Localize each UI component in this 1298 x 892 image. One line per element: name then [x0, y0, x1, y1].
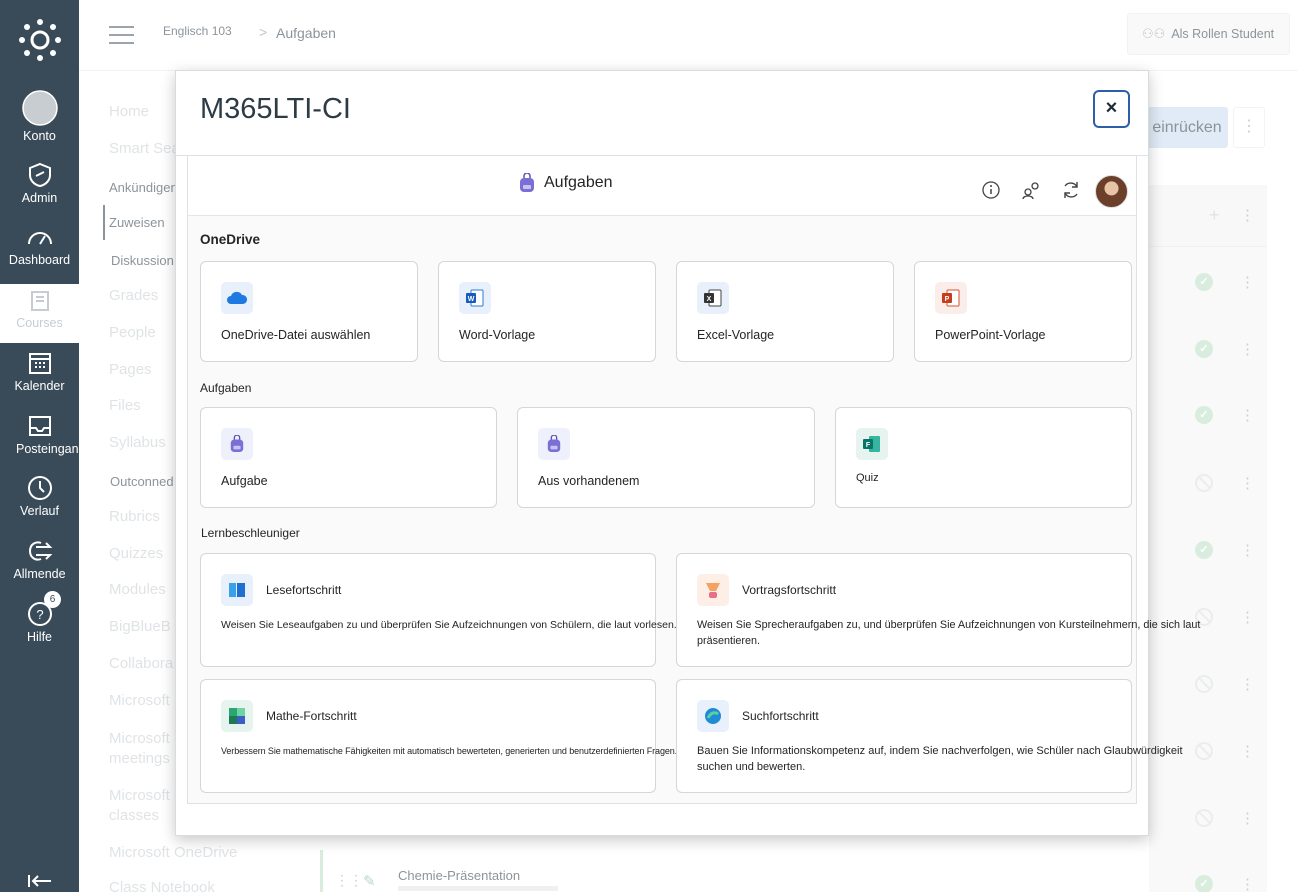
excel-template-card[interactable]: X Excel-Vorlage — [676, 261, 894, 362]
reading-progress-icon — [221, 574, 253, 606]
search-progress-title: Suchfortschritt — [742, 709, 819, 723]
search-progress-desc: Bauen Sie Informationskompetenz auf, ind… — [697, 745, 1183, 773]
nav-verlauf-label: Verlauf — [20, 504, 59, 518]
reading-progress-card[interactable]: Lesefortschritt Weisen Sie Leseaufgaben … — [200, 553, 677, 667]
close-button[interactable]: × — [1093, 90, 1130, 128]
powerpoint-template-card[interactable]: P PowerPoint-Vorlage — [914, 261, 1132, 362]
speaker-progress-title: Vortragsfortschritt — [742, 583, 837, 597]
svg-text:F: F — [866, 442, 871, 449]
collapse-nav[interactable] — [0, 874, 79, 888]
backpack-icon — [221, 428, 253, 460]
shield-icon — [28, 162, 51, 188]
app-title-text: Aufgaben — [544, 174, 613, 191]
nav-konto-label: Konto — [23, 129, 56, 143]
math-progress-title: Mathe-Fortschritt — [266, 709, 357, 723]
math-progress-card[interactable]: Mathe-Fortschritt Verbessern Sie mathema… — [200, 679, 677, 793]
speaker-progress-icon — [697, 574, 729, 606]
new-assignment-card[interactable]: Aufgabe — [200, 407, 497, 508]
search-progress-icon — [697, 700, 729, 732]
speaker-progress-desc: Weisen Sie Sprecheraufgaben zu, und über… — [697, 619, 1201, 647]
section-lernbeschleuniger: Lernbeschleuniger — [201, 526, 300, 540]
user-avatar[interactable] — [1095, 175, 1128, 208]
inbox-icon — [28, 416, 51, 436]
collapse-arrow-icon — [27, 875, 51, 887]
calendar-icon — [28, 353, 51, 374]
nav-courses-label: Courses — [16, 316, 63, 330]
close-icon: × — [1105, 97, 1118, 119]
canvas-logo-icon — [18, 19, 61, 61]
onedrive-file-card[interactable]: OneDrive-Datei auswählen — [200, 261, 418, 362]
word-template-label: Word-Vorlage — [459, 328, 536, 342]
nav-dashboard-label: Dashboard — [8, 253, 71, 267]
nav-courses[interactable]: Courses — [0, 284, 79, 343]
refresh-icon[interactable] — [1061, 180, 1081, 200]
clock-icon — [27, 476, 52, 500]
nav-hilfe[interactable]: ? 6 Hilfe — [0, 591, 79, 644]
nav-dashboard[interactable]: Dashboard — [0, 226, 79, 267]
commons-icon — [28, 541, 52, 561]
quiz-card[interactable]: F Quiz — [835, 407, 1132, 508]
forms-icon: F — [856, 428, 888, 460]
section-onedrive: OneDrive — [200, 232, 261, 247]
onedrive-file-label: OneDrive-Datei auswählen — [221, 328, 371, 342]
math-progress-icon — [221, 700, 253, 732]
global-nav: Konto Admin Dashboard Courses Kalender P… — [0, 0, 86, 892]
reading-progress-desc: Weisen Sie Leseaufgaben zu und überprüfe… — [221, 619, 677, 631]
nav-kalender-label: Kalender — [14, 379, 65, 393]
backpack-icon — [538, 428, 570, 460]
backpack-icon — [520, 173, 534, 192]
section-aufgaben: Aufgaben — [200, 381, 252, 395]
onedrive-icon — [221, 282, 253, 314]
speaker-progress-card[interactable]: Vortragsfortschritt Weisen Sie Sprechera… — [676, 553, 1200, 667]
svg-text:W: W — [468, 296, 475, 303]
quiz-label: Quiz — [856, 472, 879, 484]
info-icon[interactable] — [981, 180, 1001, 200]
new-assignment-label: Aufgabe — [221, 474, 268, 488]
nav-posteingang-label: Posteingang — [16, 442, 86, 456]
reading-progress-title: Lesefortschritt — [266, 583, 342, 597]
nav-hilfe-label: Hilfe — [26, 630, 52, 644]
nav-allmende-label: Allmende — [13, 567, 66, 581]
people-settings-icon[interactable] — [1021, 180, 1041, 200]
nav-admin[interactable]: Admin — [0, 162, 79, 205]
word-icon: W — [459, 282, 491, 314]
hilfe-badge: 6 — [44, 591, 61, 608]
svg-text:P: P — [945, 296, 950, 303]
excel-template-label: Excel-Vorlage — [697, 328, 775, 342]
lti-frame: Aufgaben OneDrive OneDrive-Datei auswähl… — [187, 155, 1200, 804]
excel-icon: X — [697, 282, 729, 314]
nav-admin-label: Admin — [21, 191, 58, 205]
nav-verlauf[interactable]: Verlauf — [0, 475, 79, 518]
svg-text:?: ? — [36, 607, 43, 622]
search-progress-card[interactable]: Suchfortschritt Bauen Sie Informationsko… — [676, 679, 1183, 793]
nav-posteingang[interactable]: Posteingang — [0, 413, 86, 456]
dashboard-icon — [27, 232, 52, 245]
app-header: Aufgaben — [188, 156, 1136, 216]
powerpoint-template-label: PowerPoint-Vorlage — [935, 328, 1046, 342]
canvas-logo[interactable] — [0, 18, 79, 62]
nav-konto[interactable]: Konto — [0, 90, 79, 143]
from-existing-label: Aus vorhandenem — [538, 474, 640, 488]
avatar-icon — [21, 90, 58, 126]
nav-kalender[interactable]: Kalender — [0, 350, 79, 393]
nav-allmende[interactable]: Allmende — [0, 538, 79, 581]
app-title: Aufgaben — [518, 173, 613, 193]
svg-text:X: X — [707, 296, 712, 303]
modal-title: M365LTI-CI — [200, 93, 351, 125]
powerpoint-icon: P — [935, 282, 967, 314]
book-icon — [30, 291, 49, 311]
math-progress-desc: Verbessern Sie mathematische Fähigkeiten… — [221, 746, 678, 756]
word-template-card[interactable]: W Word-Vorlage — [438, 261, 656, 362]
from-existing-card[interactable]: Aus vorhandenem — [517, 407, 815, 508]
